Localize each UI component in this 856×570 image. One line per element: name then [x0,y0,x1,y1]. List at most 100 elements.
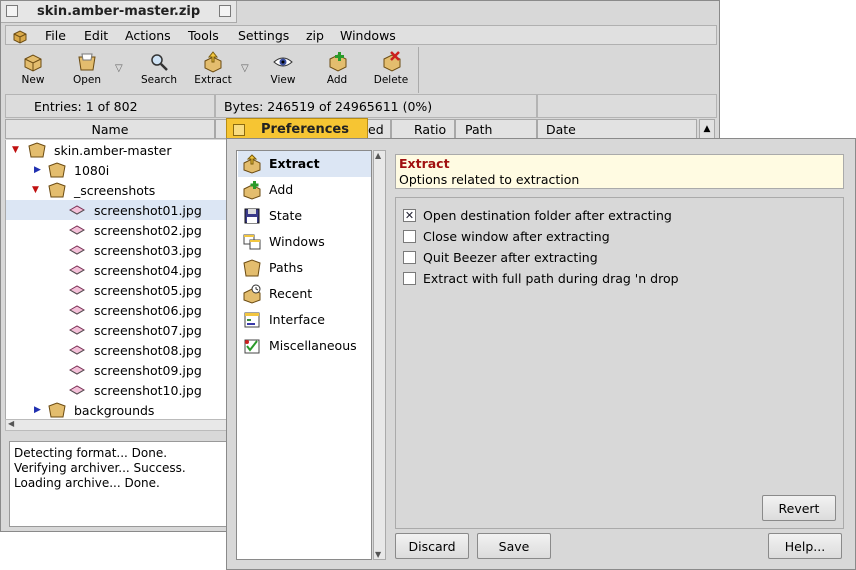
menu-windows[interactable]: Windows [340,28,396,43]
tree-row-file[interactable]: screenshot01.jpg [6,200,227,220]
new-button[interactable]: New [7,49,59,91]
tree-row-file[interactable]: screenshot09.jpg [6,360,227,380]
image-file-icon [68,325,86,335]
category-heading: Extract [399,156,450,171]
extract-dropdown-arrow-icon[interactable]: ▽ [241,63,249,74]
checkbox-unchecked[interactable] [403,272,416,285]
tree-label: backgrounds [74,403,155,418]
tree-row-file[interactable]: screenshot08.jpg [6,340,227,360]
new-label: New [21,74,45,86]
category-label: State [269,208,303,223]
collapsed-triangle-icon[interactable]: ▶ [34,165,41,175]
help-button[interactable]: Help... [768,533,842,559]
option-open-destination[interactable]: ✕ Open destination folder after extracti… [403,207,833,225]
open-button[interactable]: Open [61,49,113,91]
menu-tools[interactable]: Tools [188,28,219,43]
checkbox-unchecked[interactable] [403,230,416,243]
image-file-icon [68,205,86,215]
extract-button[interactable]: Extract [187,49,239,91]
category-label: Miscellaneous [269,338,357,353]
tree-row-folder[interactable]: ▶ backgrounds [6,400,227,420]
entries-count: Entries: 1 of 802 [5,94,215,118]
scroll-left-arrow-icon[interactable]: ◀ [8,419,14,428]
scroll-down-arrow-icon[interactable]: ▼ [375,550,381,559]
tree-row-folder[interactable]: ▼ _screenshots [6,180,227,200]
tree-row-file[interactable]: screenshot04.jpg [6,260,227,280]
menu-edit[interactable]: Edit [84,28,108,43]
tree-row-file[interactable]: screenshot10.jpg [6,380,227,400]
menu-settings[interactable]: Settings [238,28,289,43]
status-empty-cell [537,94,717,118]
column-date[interactable]: Date [537,119,697,139]
search-icon [151,54,168,71]
column-name[interactable]: Name [5,119,215,139]
search-button[interactable]: Search [133,49,185,91]
add-button[interactable]: Add [311,49,363,91]
save-button[interactable]: Save [477,533,551,559]
window-tab[interactable]: skin.amber-master.zip [1,1,237,23]
menu-actions[interactable]: Actions [125,28,171,43]
category-extract[interactable]: Extract [238,151,371,177]
delete-button[interactable]: Delete [365,49,417,91]
category-interface[interactable]: Interface [238,307,371,333]
app-menu-icon[interactable] [12,28,28,44]
open-dropdown-arrow-icon[interactable]: ▽ [115,63,123,74]
option-label: Extract with full path during drag 'n dr… [423,271,679,286]
category-label: Extract [269,156,320,171]
delete-file-icon [383,51,401,72]
extract-label: Extract [194,74,232,86]
miscellaneous-icon [244,339,260,354]
scroll-up-arrow-icon[interactable]: ▲ [375,151,381,160]
option-quit-beezer[interactable]: Quit Beezer after extracting [403,249,833,267]
tree-label: 1080i [74,163,110,178]
category-label: Add [269,182,294,197]
tree-label: screenshot10.jpg [94,383,202,398]
preferences-title: Preferences [261,122,349,137]
column-packed[interactable]: ed [367,119,391,139]
collapsed-triangle-icon[interactable]: ▶ [34,405,41,415]
horizontal-scrollbar[interactable]: ◀ [5,419,227,431]
column-ratio[interactable]: Ratio [391,119,455,139]
category-paths[interactable]: Paths [238,255,371,281]
category-recent[interactable]: Recent [238,281,371,307]
category-state[interactable]: State [238,203,371,229]
category-scrollbar[interactable]: ▲ ▼ [373,150,386,560]
tree-row-file[interactable]: screenshot02.jpg [6,220,227,240]
view-button[interactable]: View [257,49,309,91]
checkbox-checked[interactable]: ✕ [403,209,416,222]
close-box[interactable] [233,124,245,136]
floppy-disk-icon [244,208,260,224]
tree-label: screenshot07.jpg [94,323,202,338]
log-line: Verifying archiver... Success. [14,461,186,475]
option-extract-full-path[interactable]: Extract with full path during drag 'n dr… [403,270,833,288]
image-file-icon [68,365,86,375]
delete-label: Delete [373,74,409,86]
tree-row-folder[interactable]: ▶ 1080i [6,160,227,180]
checkbox-unchecked[interactable] [403,251,416,264]
category-add[interactable]: Add [238,177,371,203]
tree-row-file[interactable]: screenshot07.jpg [6,320,227,340]
extract-icon [243,154,261,174]
menu-zip[interactable]: zip [306,28,324,43]
menu-file[interactable]: File [45,28,66,43]
revert-button[interactable]: Revert [762,495,836,521]
expanded-triangle-icon[interactable]: ▼ [32,185,39,195]
expanded-triangle-icon[interactable]: ▼ [12,145,19,155]
category-miscellaneous[interactable]: Miscellaneous [238,333,371,359]
preferences-window-tab[interactable]: Preferences [226,118,368,140]
tree-row-file[interactable]: screenshot05.jpg [6,280,227,300]
column-path[interactable]: Path [455,119,537,139]
tree-row-file[interactable]: screenshot06.jpg [6,300,227,320]
tree-label: screenshot08.jpg [94,343,202,358]
zoom-box[interactable] [219,5,231,17]
discard-button[interactable]: Discard [395,533,469,559]
log-line: Loading archive... Done. [14,476,160,490]
scroll-up-arrow-icon[interactable]: ▲ [699,119,715,139]
option-close-window[interactable]: Close window after extracting [403,228,833,246]
tree-row-file[interactable]: screenshot03.jpg [6,240,227,260]
category-list: Extract Add State Windows Paths Recent I… [236,150,372,560]
category-windows[interactable]: Windows [238,229,371,255]
image-file-icon [68,285,86,295]
tree-row-root[interactable]: ▼ skin.amber-master [6,140,227,160]
close-box[interactable] [6,5,18,17]
